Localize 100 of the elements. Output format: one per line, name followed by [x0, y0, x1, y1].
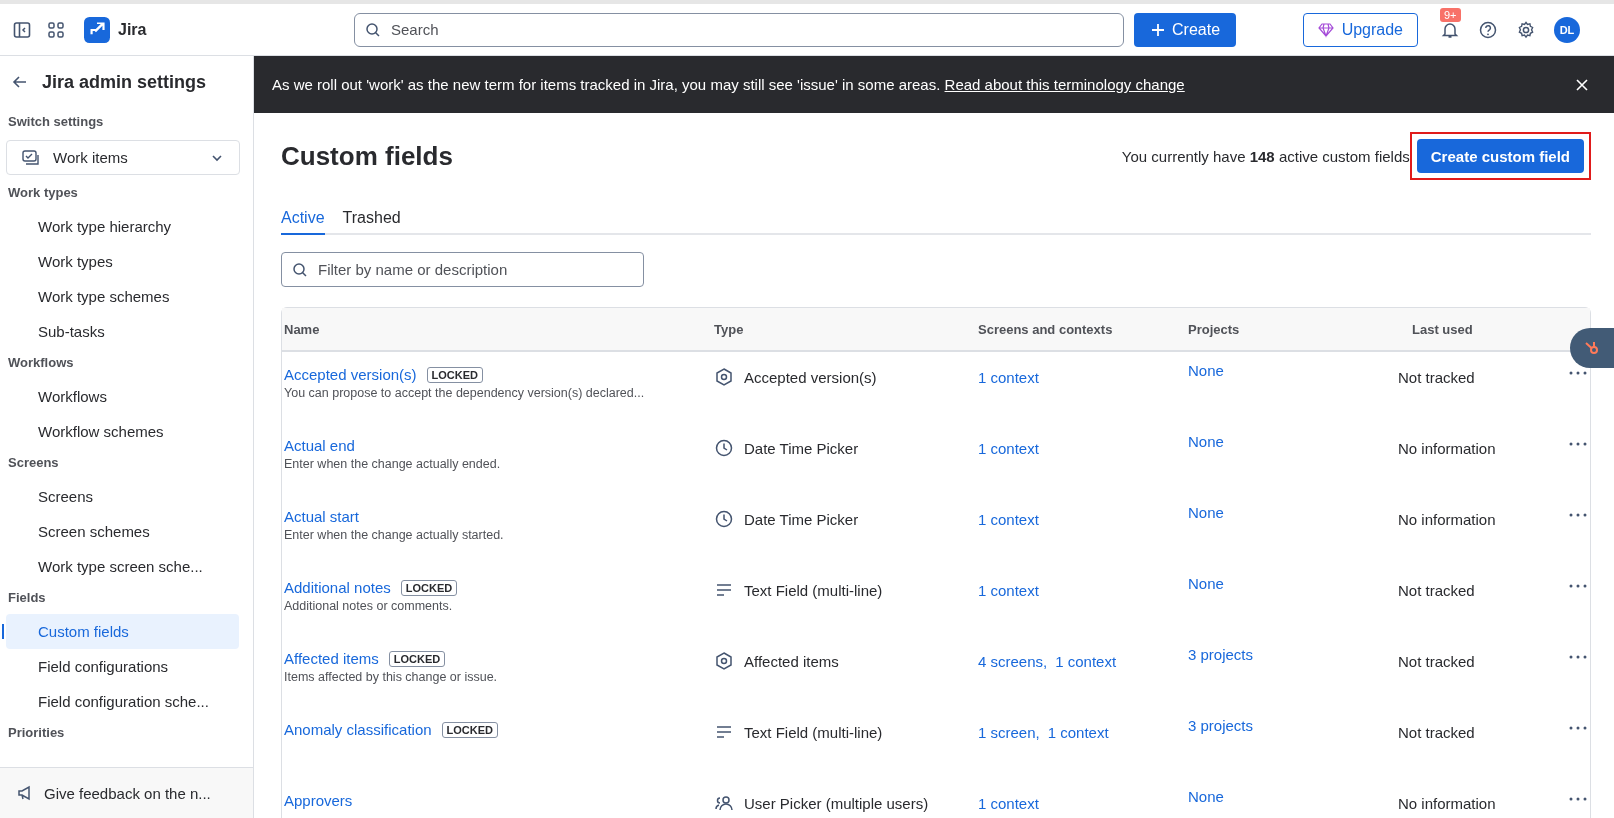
search-field[interactable]: Search: [354, 12, 1124, 47]
clock-icon: [714, 509, 734, 529]
field-type: Affected items: [744, 652, 839, 670]
locked-badge: LOCKED: [426, 366, 483, 383]
projects-link[interactable]: None: [1188, 433, 1224, 450]
create-custom-field-button[interactable]: Create custom field: [1416, 139, 1584, 173]
plus-icon: [1150, 21, 1166, 38]
last-used: Not tracked: [1398, 652, 1475, 670]
terminology-link[interactable]: Read about this terminology change: [944, 76, 1185, 93]
close-icon[interactable]: [1574, 76, 1590, 93]
nav-item[interactable]: Work types: [6, 244, 239, 279]
column-header: Name: [284, 321, 320, 337]
nav-item[interactable]: Work type screen sche...: [6, 549, 239, 584]
section-heading: Priorities: [7, 724, 66, 742]
sidebar-title: Jira admin settings: [42, 71, 207, 93]
column-header: Projects: [1188, 321, 1240, 337]
field-name-link[interactable]: Affected items: [284, 650, 379, 667]
context-link[interactable]: 1 context: [978, 581, 1039, 599]
field-type: Date Time Picker: [744, 439, 859, 457]
last-used: Not tracked: [1398, 581, 1475, 599]
nav-item[interactable]: Field configurations: [6, 649, 239, 684]
field-name-link[interactable]: Actual end: [284, 437, 355, 454]
context-link[interactable]: 4 screens,: [978, 652, 1048, 670]
field-description: Enter when the change actually ended.: [284, 457, 502, 471]
more-actions-icon[interactable]: [1568, 370, 1588, 376]
context-link[interactable]: 1 context: [978, 510, 1039, 528]
more-actions-icon[interactable]: [1568, 512, 1588, 518]
projects-link[interactable]: 3 projects: [1188, 717, 1254, 734]
nav-item[interactable]: Screen schemes: [6, 514, 239, 549]
more-actions-icon[interactable]: [1568, 796, 1588, 802]
field-name-link[interactable]: Accepted version(s): [284, 366, 417, 383]
search-input[interactable]: Search: [389, 20, 1113, 39]
field-name-link[interactable]: Actual start: [284, 508, 360, 525]
nav-item[interactable]: Work type schemes: [6, 279, 239, 314]
field-name-link[interactable]: Additional notes: [284, 579, 391, 596]
projects-link[interactable]: None: [1188, 362, 1224, 379]
last-used: No information: [1398, 794, 1496, 812]
locked-badge: LOCKED: [388, 650, 446, 667]
context-link[interactable]: 1 screen,: [978, 723, 1040, 741]
upgrade-button[interactable]: Upgrade: [1302, 12, 1418, 47]
clock-icon: [714, 438, 734, 458]
context-link[interactable]: 1 context: [978, 794, 1039, 812]
user-avatar[interactable]: DL: [1554, 16, 1580, 43]
last-used: No information: [1398, 439, 1496, 457]
settings-icon[interactable]: [1516, 19, 1536, 40]
nav-item[interactable]: Work type hierarchy: [6, 209, 239, 244]
tab[interactable]: Trashed: [342, 205, 401, 235]
field-type: Text Field (multi-line): [744, 581, 883, 599]
section-heading: Workflows: [7, 354, 75, 372]
locked-badge: LOCKED: [441, 721, 498, 738]
field-type: Accepted version(s): [744, 368, 877, 386]
filter-input[interactable]: Filter by name or description: [316, 260, 633, 279]
filter-field[interactable]: Filter by name or description: [281, 252, 644, 287]
more-actions-icon[interactable]: [1568, 583, 1588, 589]
field-name-link[interactable]: Anomaly classification: [284, 721, 432, 738]
projects-link[interactable]: None: [1188, 575, 1224, 592]
product-name[interactable]: Jira: [118, 20, 147, 39]
nav-item[interactable]: Screens: [6, 479, 239, 514]
more-actions-icon[interactable]: [1568, 725, 1588, 731]
search-icon: [365, 21, 381, 38]
section-heading: Screens: [7, 454, 60, 472]
last-used: Not tracked: [1398, 723, 1475, 741]
more-actions-icon[interactable]: [1568, 441, 1588, 447]
diamond-icon: [1317, 21, 1334, 38]
create-button[interactable]: Create: [1134, 12, 1237, 47]
projects-link[interactable]: None: [1188, 788, 1224, 805]
jira-logo-icon[interactable]: [84, 16, 110, 43]
more-actions-icon[interactable]: [1568, 654, 1588, 660]
settings-switcher[interactable]: Work items: [6, 140, 240, 175]
context-link[interactable]: 1 context: [1047, 723, 1109, 741]
hexagon-icon: [714, 651, 734, 671]
help-icon[interactable]: [1478, 19, 1498, 40]
app-switcher-icon[interactable]: [46, 19, 66, 40]
sidebar-toggle-icon[interactable]: [12, 19, 32, 40]
last-used: No information: [1398, 510, 1496, 528]
field-description: Items affected by this change or issue.: [284, 670, 499, 684]
field-name-link[interactable]: Approvers: [284, 792, 353, 809]
hexagon-icon: [714, 367, 734, 387]
nav-item[interactable]: Workflows: [6, 379, 239, 414]
column-header: Last used: [1412, 321, 1473, 337]
section-heading: Work types: [7, 184, 79, 202]
notification-count: 9+: [1440, 7, 1461, 22]
field-type: Date Time Picker: [744, 510, 859, 528]
hubspot-launcher[interactable]: [1570, 328, 1614, 368]
nav-item[interactable]: Field configuration sche...: [6, 684, 239, 719]
nav-item[interactable]: Workflow schemes: [6, 414, 239, 449]
context-link[interactable]: 1 context: [978, 439, 1039, 457]
context-link[interactable]: 1 context: [978, 368, 1039, 386]
feedback-link[interactable]: Give feedback on the n...: [0, 767, 253, 818]
last-used: Not tracked: [1398, 368, 1475, 386]
column-header: Type: [714, 321, 744, 337]
projects-link[interactable]: 3 projects: [1188, 646, 1254, 663]
nav-item[interactable]: Sub-tasks: [6, 314, 239, 349]
projects-link[interactable]: None: [1188, 504, 1224, 521]
section-heading: Fields: [7, 589, 47, 607]
tab[interactable]: Active: [281, 205, 325, 235]
field-count-summary: You currently have 148 active custom fields: [1121, 147, 1410, 165]
users-icon: [714, 793, 734, 813]
context-link[interactable]: 1 context: [1055, 652, 1117, 670]
work-items-icon: [21, 147, 41, 168]
